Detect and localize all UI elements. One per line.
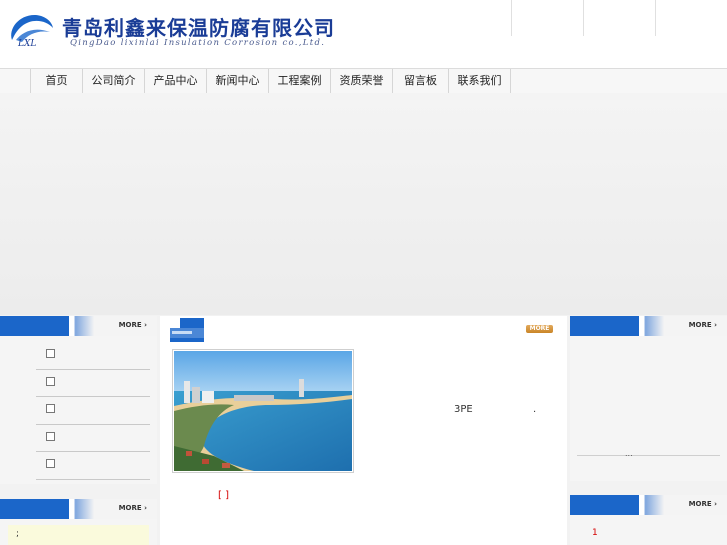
- nav-item-products[interactable]: 产品中心: [144, 69, 206, 93]
- header-divider: [655, 0, 656, 36]
- right-panel-header: MORE: [570, 316, 727, 336]
- right-panel2: MORE 1: [570, 495, 727, 545]
- description-text: 3PE: [454, 404, 473, 415]
- notice-box: ;: [8, 525, 149, 545]
- about-section-title-icon: [170, 318, 204, 342]
- right-panel: MORE ...: [570, 316, 727, 481]
- description-tail: .: [533, 404, 537, 415]
- checkbox-icon: [46, 404, 55, 413]
- checkbox-icon: [46, 431, 55, 441]
- right-panel2-header: MORE: [570, 495, 727, 515]
- left-panel-header: MORE: [0, 316, 157, 336]
- checkbox-icon: [46, 349, 55, 358]
- more-link[interactable]: MORE: [119, 321, 147, 329]
- header-divider: [511, 0, 512, 36]
- nav-item-honors[interactable]: 资质荣誉: [330, 69, 392, 93]
- list-item[interactable]: [36, 397, 150, 425]
- company-photo: [172, 349, 354, 473]
- more-button[interactable]: MORE: [526, 325, 553, 333]
- more-link[interactable]: MORE: [689, 500, 717, 508]
- checkbox-icon: [46, 459, 55, 468]
- left-category-panel: MORE: [0, 316, 157, 484]
- left-panel2-header: MORE: [0, 499, 157, 519]
- right-panel-content: ...: [577, 342, 720, 458]
- checkbox-icon: [46, 376, 55, 386]
- company-logo-icon[interactable]: LXL: [6, 10, 56, 48]
- nav-item-cases[interactable]: 工程案例: [268, 69, 330, 93]
- company-english-name: QingDao lixinlai Insulation Corrosion co…: [70, 38, 326, 48]
- beach-city-photo-icon: [174, 351, 352, 471]
- list-item[interactable]: [36, 452, 150, 480]
- svg-text:LXL: LXL: [17, 39, 36, 48]
- banner-area: [0, 93, 727, 315]
- list-number[interactable]: 1: [592, 528, 598, 538]
- ellipsis-text: ...: [625, 449, 633, 458]
- nav-item-contact[interactable]: 联系我们: [448, 69, 511, 93]
- nav-item-home[interactable]: 首页: [30, 69, 82, 93]
- company-name: 青岛利鑫来保温防腐有限公司: [62, 16, 335, 40]
- list-item[interactable]: [36, 370, 150, 397]
- notice-text: ;: [16, 529, 20, 539]
- detail-link[interactable]: [ ]: [218, 490, 229, 501]
- left-notice-panel: MORE ;: [0, 499, 157, 545]
- list-item[interactable]: [36, 425, 150, 452]
- nav-item-news[interactable]: 新闻中心: [206, 69, 268, 93]
- category-list: [36, 342, 150, 480]
- main-nav: 首页 公司简介 产品中心 新闻中心 工程案例 资质荣誉 留言板 联系我们: [0, 68, 727, 94]
- list-item[interactable]: [36, 342, 150, 370]
- nav-item-messages[interactable]: 留言板: [392, 69, 448, 93]
- site-header: LXL 青岛利鑫来保温防腐有限公司 QingDao lixinlai Insul…: [0, 0, 727, 68]
- more-link[interactable]: MORE: [119, 504, 147, 512]
- nav-item-about[interactable]: 公司简介: [82, 69, 144, 93]
- header-divider: [583, 0, 584, 36]
- more-link[interactable]: MORE: [689, 321, 717, 329]
- about-section: MORE 3PE . [ ]: [160, 316, 567, 545]
